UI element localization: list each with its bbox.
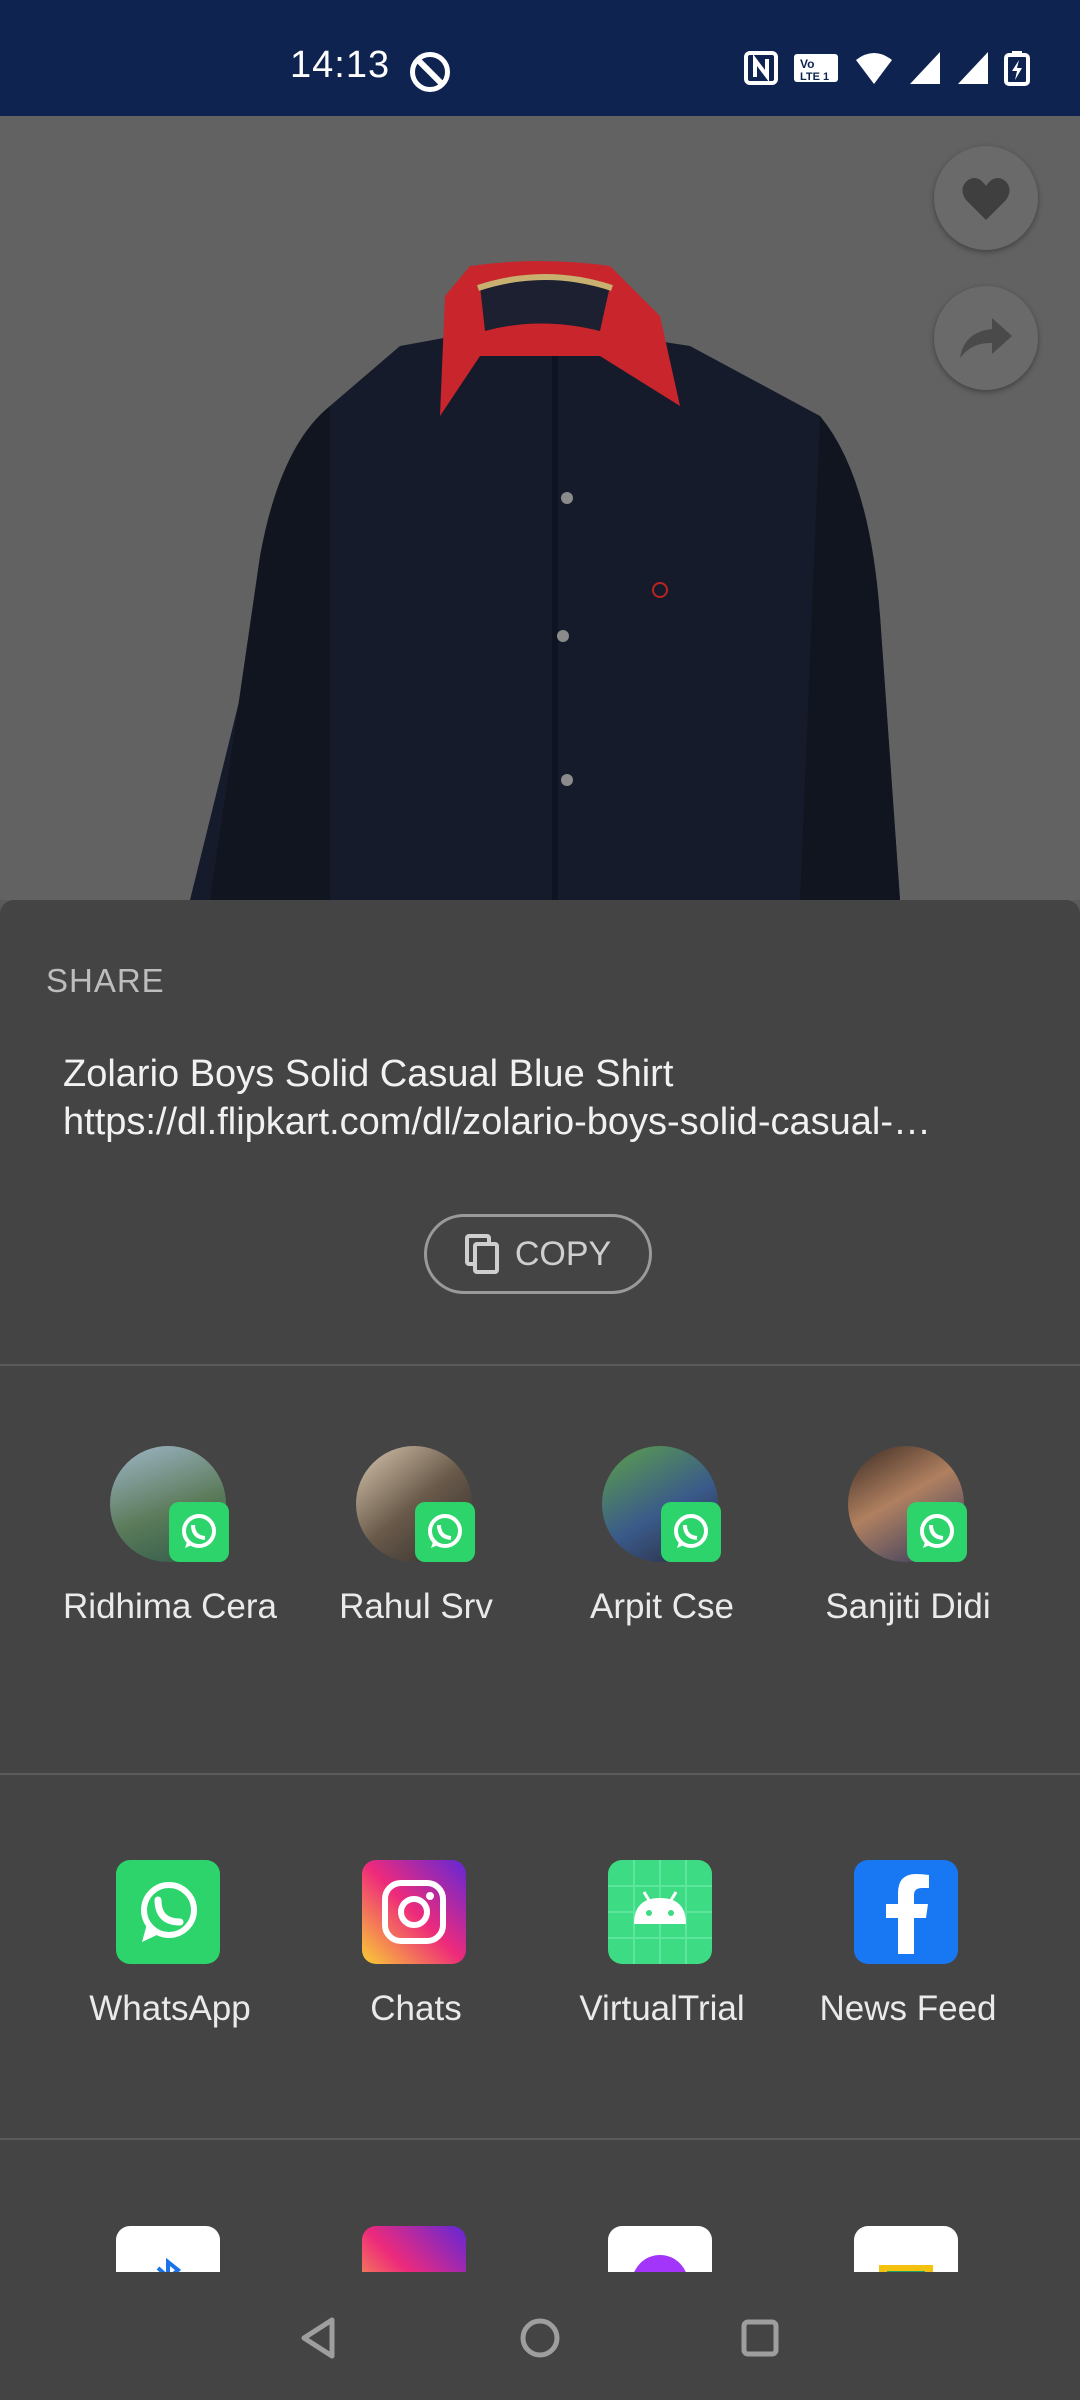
whatsapp-badge-icon [907, 1502, 967, 1562]
share-text-line-1: Zolario Boys Solid Casual Blue Shirt [63, 1053, 674, 1095]
share-text: Zolario Boys Solid Casual Blue Shirt htt… [63, 1050, 1023, 1146]
signal-icon [910, 52, 940, 84]
share-arrow-icon [960, 318, 1012, 358]
android-icon [608, 1860, 712, 1964]
google-classroom-icon[interactable] [854, 2226, 958, 2272]
app-label: Chats [370, 1989, 462, 2028]
contacts-row: Ridhima Cera Rahul Srv Arpit Cse Sanjiti… [0, 1446, 1080, 1706]
volte-icon: VoLTE 1 [794, 54, 838, 83]
messenger-icon[interactable] [608, 2226, 712, 2272]
nfc-icon [744, 51, 778, 85]
instagram-icon [362, 1860, 466, 1964]
status-bar: 14:13 Vo LTE 1 [0, 0, 1080, 116]
wifi-icon [856, 53, 892, 84]
bluetooth-icon[interactable] [116, 2226, 220, 2272]
whatsapp-badge-icon [415, 1502, 475, 1562]
wishlist-button[interactable] [934, 146, 1038, 250]
battery-icon [1004, 51, 1030, 86]
contact-name: Ridhima Cera [63, 1587, 277, 1626]
copy-button[interactable]: COPY [424, 1214, 652, 1294]
divider [0, 1773, 1080, 1775]
copy-label: COPY [514, 1234, 612, 1273]
contact-name: Sanjiti Didi [825, 1587, 991, 1626]
whatsapp-icon [116, 1860, 220, 1964]
status-time: 14:13 [290, 44, 391, 86]
share-title: SHARE [46, 962, 165, 999]
home-icon[interactable] [518, 2316, 562, 2360]
signal-icon-2 [958, 52, 988, 84]
svg-text:LTE 1: LTE 1 [800, 71, 829, 83]
shirt-image [0, 116, 1080, 900]
svg-text:Vo: Vo [800, 57, 814, 71]
facebook-icon [854, 1860, 958, 1964]
share-button[interactable] [934, 286, 1038, 390]
divider [0, 2138, 1080, 2140]
recents-icon[interactable] [740, 2318, 780, 2358]
apps-row-partial [0, 2226, 1080, 2272]
back-icon[interactable] [298, 2316, 338, 2360]
whatsapp-badge-icon [661, 1502, 721, 1562]
navigation-bar [0, 2272, 1080, 2400]
whatsapp-badge-icon [169, 1502, 229, 1562]
app-label: WhatsApp [89, 1989, 251, 2028]
apps-row: WhatsApp Chats VirtualTrial News Feed [0, 1860, 1080, 2080]
instagram-icon[interactable] [362, 2226, 466, 2272]
product-image [0, 116, 1080, 900]
app-label: VirtualTrial [579, 1989, 745, 2028]
contact-name: Arpit Cse [590, 1587, 734, 1626]
share-text-line-2: https://dl.flipkart.com/dl/zolario-boys-… [63, 1101, 931, 1143]
contact-name: Rahul Srv [339, 1587, 493, 1626]
copy-icon [464, 1234, 499, 1274]
share-sheet: SHARE Zolario Boys Solid Casual Blue Shi… [0, 900, 1080, 2400]
do-not-disturb-icon [410, 52, 450, 92]
heart-icon [962, 178, 1010, 220]
app-label: News Feed [819, 1989, 997, 2028]
divider [0, 1364, 1080, 1366]
